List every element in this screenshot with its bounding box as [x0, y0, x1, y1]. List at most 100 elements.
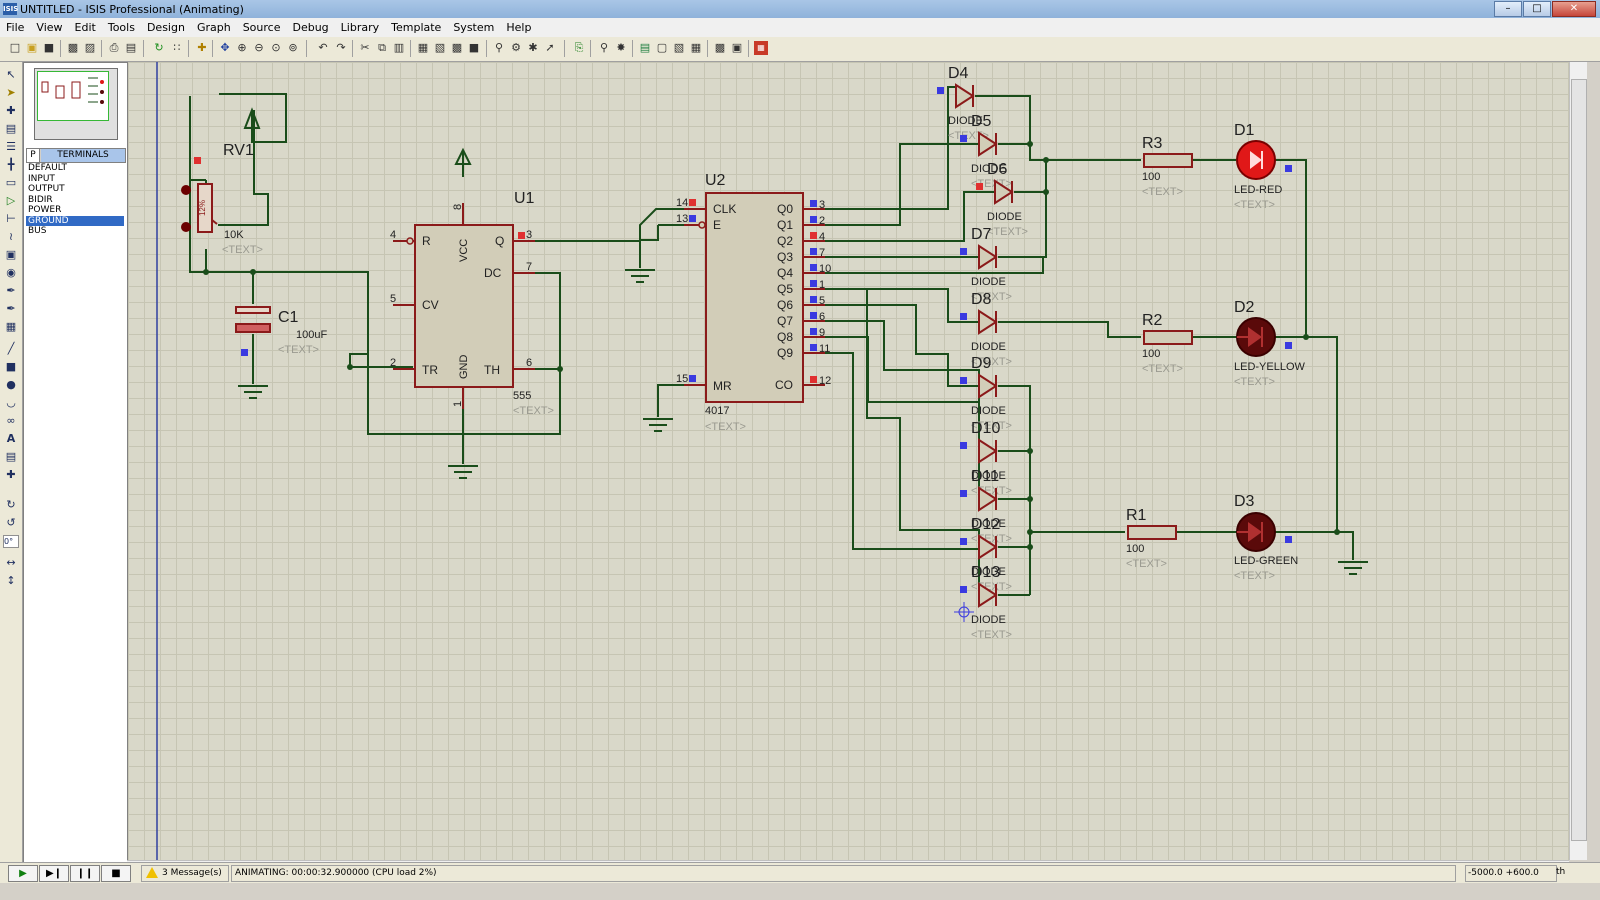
redo-icon[interactable]: ↷	[334, 41, 348, 55]
pick-device-icon[interactable]: ⚲	[492, 41, 506, 55]
paste-icon[interactable]: ▥	[392, 41, 406, 55]
voltage-probe-mode-icon[interactable]: ✒	[3, 284, 19, 298]
open-folder-icon[interactable]: ▣	[25, 41, 39, 55]
print-icon[interactable]: ⎙	[107, 41, 121, 55]
menu-edit[interactable]: Edit	[69, 21, 102, 34]
terminal-item-ground[interactable]: GROUND	[26, 215, 124, 226]
redraw-icon[interactable]: ↻	[152, 41, 166, 55]
junction-mode-icon[interactable]: ✚	[3, 104, 19, 118]
rotate-cw-icon[interactable]: ↻	[3, 498, 19, 512]
rotation-field[interactable]: 0°	[3, 535, 19, 548]
wire-label-mode-icon[interactable]: ▤	[3, 122, 19, 136]
graph-mode-icon[interactable]: ≀	[3, 230, 19, 244]
r3-resistor[interactable]: R3 100 <TEXT>	[1142, 135, 1193, 198]
component-mode-icon[interactable]: ➤	[3, 86, 19, 100]
packaging-tool-icon[interactable]: ✱	[526, 41, 540, 55]
overview-window[interactable]	[34, 68, 118, 140]
new-sheet-icon[interactable]: ▣	[730, 41, 744, 55]
import-icon[interactable]: ▩	[66, 41, 80, 55]
mirror-y-icon[interactable]: ↕	[3, 574, 19, 588]
export-icon[interactable]: ▨	[83, 41, 97, 55]
zoom-out-icon[interactable]: ⊖	[252, 41, 266, 55]
c1-capacitor[interactable]: C1 100uF <TEXT>	[235, 306, 327, 356]
close-button[interactable]: ✕	[1552, 1, 1596, 17]
pause-button[interactable]: ❙❙	[70, 865, 100, 882]
path-tool-icon[interactable]: ∞	[3, 414, 19, 428]
mirror-x-icon[interactable]: ↔	[3, 556, 19, 570]
device-pins-mode-icon[interactable]: ⊢	[3, 212, 19, 226]
terminal-item-bidir[interactable]: BIDIR	[26, 195, 124, 206]
menu-tools[interactable]: Tools	[102, 21, 141, 34]
erc-icon[interactable]: ▦	[689, 41, 703, 55]
search-tag-icon[interactable]: ⚲	[597, 41, 611, 55]
grid-icon[interactable]: ∷	[170, 41, 184, 55]
property-tool-icon[interactable]: ✸	[614, 41, 628, 55]
menu-view[interactable]: View	[30, 21, 68, 34]
arc-tool-icon[interactable]: ◡	[3, 396, 19, 410]
bom-icon[interactable]: ▧	[672, 41, 686, 55]
menu-help[interactable]: Help	[500, 21, 537, 34]
vertical-scrollbar[interactable]	[1569, 62, 1587, 860]
d3-led-green[interactable]: D3 LED-GREEN <TEXT>	[1234, 493, 1298, 582]
schematic-canvas[interactable]: 12% RV1 10K <TEXT> C1 100uF <TEXT> R CV …	[127, 62, 1570, 860]
menu-library[interactable]: Library	[335, 21, 385, 34]
decompose-icon[interactable]: ➚	[543, 41, 557, 55]
marker-tool-icon[interactable]: ✚	[3, 468, 19, 482]
terminal-item-output[interactable]: OUTPUT	[26, 184, 124, 195]
minimize-button[interactable]: –	[1494, 1, 1522, 17]
selection-mode-icon[interactable]: ↖	[3, 68, 19, 82]
terminal-item-bus[interactable]: BUS	[26, 226, 124, 237]
new-file-icon[interactable]: □	[8, 41, 22, 55]
origin-icon[interactable]: ✚	[195, 41, 209, 55]
tape-recorder-mode-icon[interactable]: ▣	[3, 248, 19, 262]
cut-icon[interactable]: ✂	[358, 41, 372, 55]
zoom-in-icon[interactable]: ⊕	[235, 41, 249, 55]
r2-resistor[interactable]: R2 100 <TEXT>	[1142, 312, 1193, 375]
menu-file[interactable]: File	[0, 21, 30, 34]
box-tool-icon[interactable]: ■	[3, 360, 19, 374]
d4-diode[interactable]: D4DIODE<TEXT>	[937, 65, 989, 142]
subcircuit-mode-icon[interactable]: ▭	[3, 176, 19, 190]
make-device-icon[interactable]: ⚙	[509, 41, 523, 55]
save-icon[interactable]: ■	[42, 41, 56, 55]
bus-mode-icon[interactable]: ╋	[3, 158, 19, 172]
menu-template[interactable]: Template	[385, 21, 447, 34]
circle-tool-icon[interactable]: ●	[3, 378, 19, 392]
wire-autorouter-icon[interactable]: ⎘	[572, 41, 586, 55]
zoom-all-icon[interactable]: ⊙	[269, 41, 283, 55]
block-rotate-icon[interactable]: ▩	[450, 41, 464, 55]
sheet-icon[interactable]: ▢	[655, 41, 669, 55]
r1-resistor[interactable]: R1 100 <TEXT>	[1126, 507, 1177, 570]
ares-icon[interactable]: ▦	[754, 41, 768, 55]
netlist-icon[interactable]: ▤	[638, 41, 652, 55]
print-area-icon[interactable]: ▤	[124, 41, 138, 55]
u2-4017-counter[interactable]: CLK E MR 14 13 15 U2 4017 <TEXT> Q0 3Q1 2Q…	[676, 172, 831, 433]
terminal-item-input[interactable]: INPUT	[26, 174, 124, 185]
rv1-potentiometer[interactable]: 12% RV1 10K <TEXT>	[181, 107, 263, 256]
block-move-icon[interactable]: ▧	[433, 41, 447, 55]
terminal-item-default[interactable]: DEFAULT	[26, 163, 124, 174]
terminal-item-power[interactable]: POWER	[26, 205, 124, 216]
text-script-mode-icon[interactable]: ☰	[3, 140, 19, 154]
rotate-ccw-icon[interactable]: ↺	[3, 516, 19, 530]
maximize-button[interactable]: □	[1523, 1, 1551, 17]
step-button[interactable]: ▶❙	[39, 865, 69, 882]
symbol-tool-icon[interactable]: ▤	[3, 450, 19, 464]
menu-debug[interactable]: Debug	[286, 21, 334, 34]
menu-source[interactable]: Source	[237, 21, 287, 34]
d1-led-red[interactable]: D1 LED-RED <TEXT>	[1234, 122, 1292, 211]
menu-design[interactable]: Design	[141, 21, 191, 34]
virtual-instruments-mode-icon[interactable]: ▦	[3, 320, 19, 334]
zoom-area-icon[interactable]: ⊚	[286, 41, 300, 55]
block-delete-icon[interactable]: ■	[467, 41, 481, 55]
text-tool-icon[interactable]: A	[3, 432, 19, 446]
block-copy-icon[interactable]: ▦	[416, 41, 430, 55]
generator-mode-icon[interactable]: ◉	[3, 266, 19, 280]
stop-button[interactable]: ■	[101, 865, 131, 882]
messages-box[interactable]: 3 Message(s)	[141, 865, 229, 882]
u1-555-timer[interactable]: R CV TR Q DC TH VCC GND 4 5 2 3 7 6 8 1 …	[390, 190, 554, 417]
design-explorer-icon[interactable]: ▩	[713, 41, 727, 55]
vertical-scroll-thumb[interactable]	[1571, 79, 1587, 841]
pick-devices-button[interactable]: P	[27, 149, 40, 162]
undo-icon[interactable]: ↶	[316, 41, 330, 55]
